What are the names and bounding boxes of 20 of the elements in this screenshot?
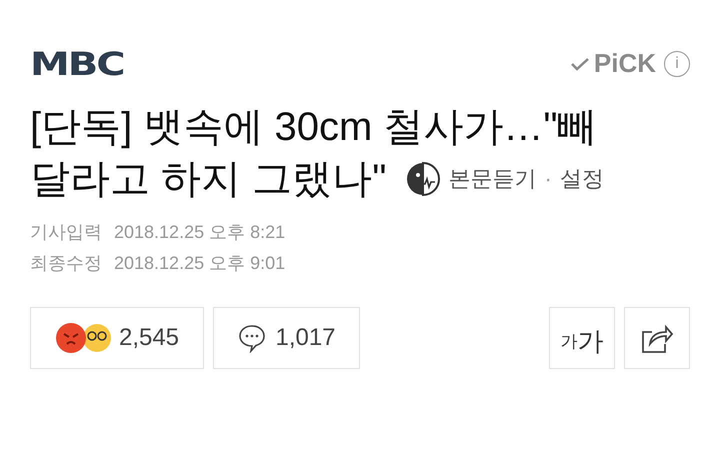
- share-icon: [640, 322, 674, 354]
- comment-icon: [237, 323, 268, 353]
- headline-line: [단독] 뱃속에 30cm 철사가…"빼: [30, 104, 598, 151]
- font-size-button[interactable]: 가가: [549, 307, 615, 369]
- emoji-icon: [54, 322, 111, 354]
- check-icon: [570, 56, 590, 72]
- date-value: 2018.12.25 오후 8:21: [114, 221, 286, 244]
- reactions-button[interactable]: 2,545: [30, 307, 204, 369]
- date-label: 기사입력: [30, 221, 102, 244]
- comments-button[interactable]: 1,017: [213, 307, 360, 369]
- settings-link[interactable]: 설정: [560, 153, 604, 205]
- date-value: 2018.12.25 오후 9:01: [114, 252, 286, 275]
- separator: ·: [544, 165, 552, 193]
- date-label: 최종수정: [30, 252, 102, 275]
- listen-link[interactable]: 본문듣기: [448, 153, 536, 205]
- pick-label: PiCK: [594, 47, 656, 80]
- headline-line: 달라고 하지 그랬나": [30, 156, 386, 203]
- speaker-face-icon[interactable]: [406, 162, 440, 196]
- share-button[interactable]: [624, 307, 690, 369]
- logo: MBC: [30, 48, 124, 80]
